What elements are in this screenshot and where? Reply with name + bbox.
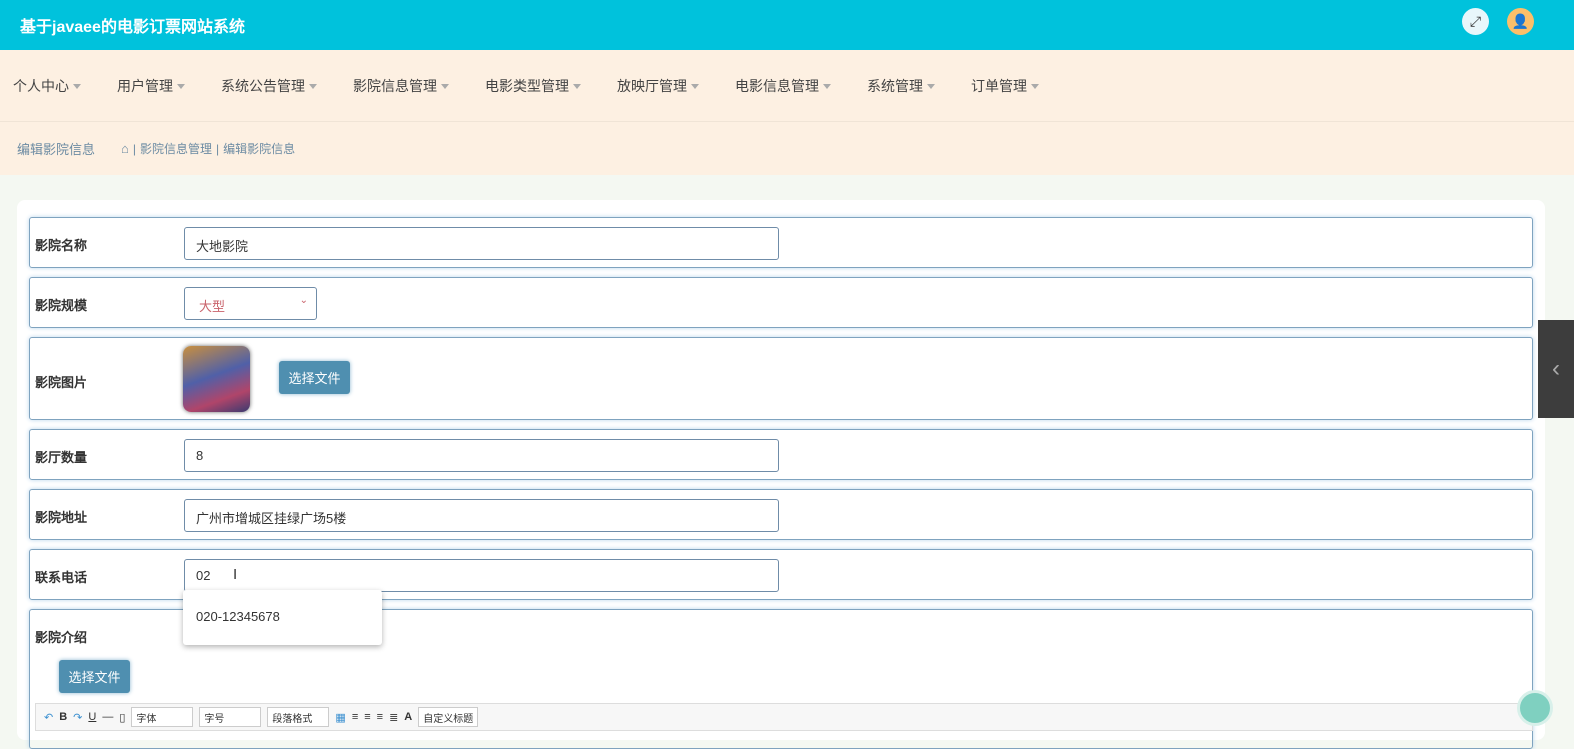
underline-button[interactable]: U <box>88 711 96 723</box>
horizontal-rule-icon[interactable]: — <box>102 711 113 723</box>
field-label: 影院地址 <box>35 510 88 525</box>
nav-hall-management[interactable]: 放映厅管理 <box>617 76 699 96</box>
align-right-icon[interactable]: ≡ <box>364 711 370 723</box>
edit-form: 影院名称 大地影院 影院规模 大型 ⌄ 影院图片 选择文件 影厅数量 8 影院地址… <box>17 200 1545 749</box>
font-color-button[interactable]: A <box>404 711 412 723</box>
field-label: 联系电话 <box>35 570 88 585</box>
chevron-left-icon: ‹ <box>1552 355 1560 382</box>
cinema-name-input[interactable]: 大地影院 <box>184 227 779 260</box>
caret-down-icon <box>691 84 699 90</box>
nav-label: 系统公告管理 <box>221 77 305 94</box>
caret-down-icon <box>573 84 581 90</box>
user-avatar-icon[interactable]: 👤 <box>1507 8 1534 35</box>
page-title: 编辑影院信息 <box>17 142 96 157</box>
main-nav: 个人中心 用户管理 系统公告管理 影院信息管理 电影类型管理 放映厅管理 电影信… <box>0 50 1574 122</box>
nav-label: 放映厅管理 <box>617 77 687 94</box>
top-header: 基于javaee的电影订票网站系统 ⤢ 👤 <box>0 0 1574 50</box>
align-left-icon[interactable]: ≡ <box>352 711 358 723</box>
nav-movie-management[interactable]: 电影信息管理 <box>735 76 831 96</box>
form-row-halls: 影厅数量 8 <box>29 429 1533 480</box>
field-label: 影厅数量 <box>35 450 88 465</box>
nav-user-management[interactable]: 用户管理 <box>117 76 185 96</box>
form-row-address: 影院地址 广州市增城区挂绿广场5楼 <box>29 489 1533 540</box>
form-row-name: 影院名称 大地影院 <box>29 217 1533 268</box>
nav-announcement-management[interactable]: 系统公告管理 <box>221 76 317 96</box>
cinema-scale-select[interactable]: 大型 ⌄ <box>184 287 317 320</box>
cinema-image-thumbnail <box>183 346 250 412</box>
nav-label: 订单管理 <box>971 77 1027 94</box>
bold-button[interactable]: B <box>59 711 67 723</box>
document-icon[interactable]: ▯ <box>119 711 125 724</box>
form-row-scale: 影院规模 大型 ⌄ <box>29 277 1533 328</box>
text-cursor-icon: I <box>233 566 238 583</box>
field-label: 影院规模 <box>35 298 88 313</box>
nav-label: 电影信息管理 <box>735 77 819 94</box>
breadcrumb-item[interactable]: 影院信息管理 <box>140 140 212 157</box>
address-input[interactable]: 广州市增城区挂绿广场5楼 <box>184 499 779 532</box>
caret-down-icon <box>927 84 935 90</box>
autocomplete-suggestion[interactable]: 020-12345678 <box>183 590 382 645</box>
table-icon[interactable]: ▦ <box>335 711 345 724</box>
nav-system-management[interactable]: 系统管理 <box>867 76 935 96</box>
align-center-icon[interactable]: ≡ <box>377 711 383 723</box>
assistant-float-icon[interactable] <box>1517 690 1553 726</box>
justify-icon[interactable]: ≣ <box>389 711 398 724</box>
paragraph-format-select[interactable]: 段落格式 <box>267 707 330 727</box>
caret-down-icon <box>1031 84 1039 90</box>
font-select[interactable]: 字体 <box>131 707 194 727</box>
caret-down-icon <box>823 84 831 90</box>
caret-down-icon <box>73 84 81 90</box>
selected-value: 大型 <box>199 299 226 314</box>
hall-count-input[interactable]: 8 <box>184 439 779 472</box>
redo-icon[interactable]: ↷ <box>73 711 82 724</box>
caret-down-icon <box>441 84 449 90</box>
custom-title-select[interactable]: 自定义标题 <box>418 707 479 727</box>
breadcrumb-separator: | <box>216 141 220 156</box>
field-label: 影院介绍 <box>35 630 88 645</box>
field-label: 影院图片 <box>35 375 88 390</box>
undo-icon[interactable]: ↶ <box>44 711 53 724</box>
nav-label: 系统管理 <box>867 77 923 94</box>
side-panel-toggle[interactable]: ‹ <box>1538 320 1574 418</box>
nav-order-management[interactable]: 订单管理 <box>971 76 1039 96</box>
fullscreen-icon[interactable]: ⤢ <box>1462 8 1489 35</box>
caret-down-icon <box>309 84 317 90</box>
nav-label: 影院信息管理 <box>353 77 437 94</box>
input-value: 02 <box>196 568 211 583</box>
form-row-image: 影院图片 选择文件 <box>29 337 1533 420</box>
breadcrumb: ⌂ | 影院信息管理 | 编辑影院信息 <box>121 140 295 157</box>
phone-input[interactable]: 02 I <box>184 559 779 592</box>
chevron-down-icon: ⌄ <box>299 295 308 306</box>
caret-down-icon <box>177 84 185 90</box>
choose-file-button[interactable]: 选择文件 <box>279 361 350 394</box>
breadcrumb-separator: | <box>132 141 136 156</box>
nav-movie-type-management[interactable]: 电影类型管理 <box>485 76 581 96</box>
editor-toolbar: ↶ B ↷ U — ▯ 字体 字号 段落格式 ▦ ≡ ≡ ≡ ≣ A 自定义标题 <box>35 703 1533 731</box>
breadcrumb-bar: 编辑影院信息 ⌂ | 影院信息管理 | 编辑影院信息 <box>0 122 1574 175</box>
nav-label: 用户管理 <box>117 77 173 94</box>
breadcrumb-item: 编辑影院信息 <box>223 142 296 156</box>
nav-label: 电影类型管理 <box>485 77 569 94</box>
intro-choose-file-button[interactable]: 选择文件 <box>59 660 130 693</box>
home-icon[interactable]: ⌂ <box>121 141 129 156</box>
nav-personal-center[interactable]: 个人中心 <box>13 76 81 96</box>
nav-label: 个人中心 <box>13 77 69 94</box>
field-label: 影院名称 <box>35 238 88 253</box>
nav-cinema-management[interactable]: 影院信息管理 <box>353 76 449 96</box>
font-size-select[interactable]: 字号 <box>199 707 262 727</box>
app-title: 基于javaee的电影订票网站系统 <box>20 19 245 36</box>
